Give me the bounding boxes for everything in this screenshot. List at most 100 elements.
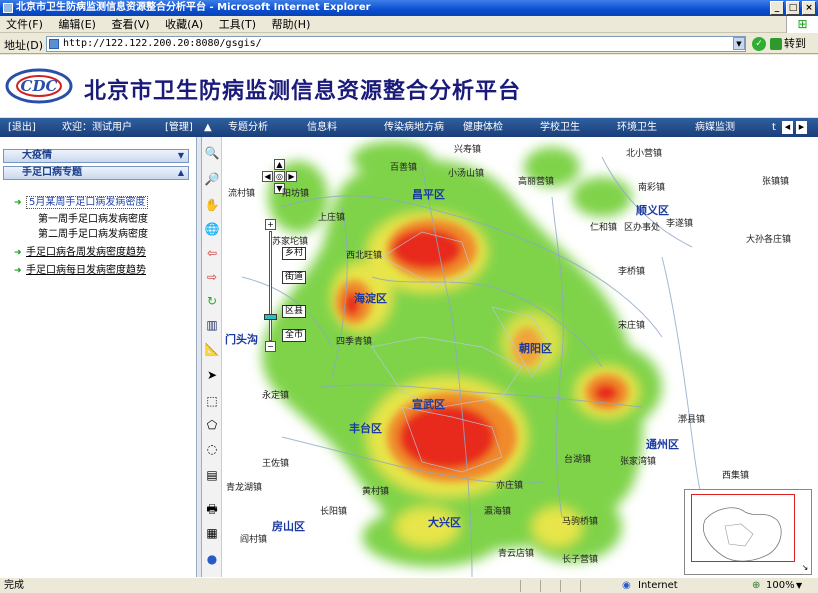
select-icon[interactable]: ➤ [204,367,220,383]
nav-scroll-left-icon[interactable]: ◀ [782,121,793,134]
map-toolbar: 🔍 🔎 ✋ 🌐 ⇦ ⇨ ↻ ▥ 📐 ➤ ⬚ ⬠ ◌ ▤ 🖶 ▦ ● [202,137,222,577]
tree-item-hfmd-week1[interactable]: 第一周手足口病发病密度 [38,213,148,226]
menu-edit[interactable]: 编辑(E) [52,16,102,33]
district-label: 通州区 [646,438,679,451]
tree-item-hfmd-weekly-trend[interactable]: ➜ 手足口病各周发病密度趋势 [14,246,146,259]
nav-admin-arrow-icon[interactable]: ▲ [204,121,212,134]
minimize-button[interactable]: _ [770,1,784,15]
nav-logout[interactable]: [退出] [8,121,36,134]
menu-tools[interactable]: 工具(T) [213,16,262,33]
nav-info[interactable]: 信息料 [307,121,337,134]
zoom-dropdown-icon[interactable]: ▼ [796,578,802,593]
place-label: 张家湾镇 [620,457,657,467]
nav-more[interactable]: t [772,121,776,134]
place-label: 百善镇 [390,163,418,173]
print-icon[interactable]: 🖶 [204,501,220,517]
status-divider [540,580,541,592]
back-icon[interactable]: ⇦ [204,245,220,261]
refresh-icon[interactable]: ↻ [204,293,220,309]
internet-zone-label: Internet [638,580,678,591]
place-label: 兴寿镇 [454,145,482,155]
overview-map[interactable]: ↘ [684,489,812,575]
overview-toggle-icon[interactable]: ↘ [800,563,810,573]
map-canvas[interactable]: ▲ ◀ ◎ ▶ ▼ + − 乡村 街道 区县 全市 昌平区 顺义区 海淀区 朝阳… [222,137,818,577]
zoom-minus-button[interactable]: − [265,341,276,352]
place-label: 小汤山镇 [448,169,485,179]
tree-item-hfmd-daily-trend[interactable]: ➜ 手足口病每日发病密度趋势 [14,264,146,277]
pan-right-icon[interactable]: ▶ [286,171,297,182]
nav-scroll-right-icon[interactable]: ▶ [796,121,807,134]
place-label: 亦庄镇 [496,481,524,491]
collapse-icon[interactable]: ▼ [178,150,184,162]
nav-bar: [退出] 欢迎：测试用户 [管理] ▲ 专题分析 信息料 传染病地方病 健康体检… [0,118,818,137]
go-button[interactable]: 转到 [770,36,816,52]
district-label: 房山区 [272,520,305,533]
place-label: 区办事处 [624,223,661,233]
logo-text: CDC [21,77,58,95]
nav-health-exam[interactable]: 健康体检 [463,121,503,134]
zoom-level-city[interactable]: 全市 [282,329,307,342]
pan-center-icon[interactable]: ◎ [274,171,285,182]
menu-help[interactable]: 帮助(H) [266,16,317,33]
address-dropdown-icon[interactable]: ▼ [733,37,745,50]
tree-item-hfmd-week-may[interactable]: ➜ 5月某周手足口病发病密度 [14,196,149,209]
zoom-icon: ⊕ [752,580,761,591]
place-label: 李桥镇 [618,267,646,277]
district-label: 海淀区 [354,292,387,305]
select-circle-icon[interactable]: ◌ [204,441,220,457]
district-label: 宣武区 [412,398,445,411]
zoom-level[interactable]: 100% [766,578,795,593]
district-label: 朝阳区 [519,342,552,355]
select-polygon-icon[interactable]: ⬠ [204,417,220,433]
address-label: 地址(D) [4,39,44,52]
place-label: 青云店镇 [498,549,535,559]
zoom-in-icon[interactable]: 🔍 [204,145,220,161]
menu-file[interactable]: 文件(F) [0,16,49,33]
measure-icon[interactable]: ▥ [204,317,220,333]
zoom-level-district[interactable]: 区县 [282,305,307,318]
address-input[interactable]: http://122.122.200.20:8080/gsgis/ [46,36,746,52]
place-label: 仁和镇 [590,223,618,233]
place-label: 李遂镇 [666,219,694,229]
district-label: 大兴区 [428,516,461,529]
help-icon[interactable]: ● [204,551,220,567]
forward-icon[interactable]: ⇨ [204,269,220,285]
nav-vector-monitoring[interactable]: 病媒监测 [695,121,735,134]
nav-school-health[interactable]: 学校卫生 [540,121,580,134]
zoom-level-street[interactable]: 街道 [282,271,307,284]
status-divider [560,580,561,592]
nav-thematic-analysis[interactable]: 专题分析 [228,121,268,134]
address-bar: 地址(D) http://122.122.200.20:8080/gsgis/ … [0,34,818,54]
panel-header-major-epidemic[interactable]: 大疫情 ▼ [3,149,189,163]
close-button[interactable]: × [802,1,816,15]
arrow-bullet-icon: ➜ [14,248,22,258]
nav-admin[interactable]: [管理] [165,121,193,134]
security-icon: ✓ [752,37,766,51]
place-label: 阳坊镇 [282,189,310,199]
pan-icon[interactable]: ✋ [204,197,220,213]
tree-item-hfmd-week2[interactable]: 第二周手足口病发病密度 [38,228,148,241]
ruler-icon[interactable]: 📐 [204,341,220,357]
zoom-level-village[interactable]: 乡村 [282,247,307,260]
menu-bar: 文件(F) 编辑(E) 查看(V) 收藏(A) 工具(T) 帮助(H) [0,16,818,33]
panel-header-hfmd[interactable]: 手足口病专题 ▲ [3,166,189,180]
layer-icon[interactable]: ▤ [204,467,220,483]
pan-left-icon[interactable]: ◀ [262,171,273,182]
zoom-slider-thumb[interactable] [264,314,277,320]
expand-icon[interactable]: ▲ [178,167,184,179]
menu-view[interactable]: 查看(V) [105,16,155,33]
district-label: 门头沟 [225,333,258,346]
zoom-out-icon[interactable]: 🔎 [204,171,220,187]
select-rect-icon[interactable]: ⬚ [204,393,220,409]
export-icon[interactable]: ▦ [204,525,220,541]
nav-infectious-disease[interactable]: 传染病地方病 [384,121,444,134]
place-label: 北小营镇 [626,149,663,159]
pan-up-icon[interactable]: ▲ [274,159,285,170]
place-label: 南彩镇 [638,183,666,193]
overview-viewport[interactable] [691,494,795,562]
globe-icon[interactable]: 🌐 [204,221,220,237]
nav-environment-health[interactable]: 环境卫生 [617,121,657,134]
maximize-button[interactable]: □ [786,1,800,15]
zoom-plus-button[interactable]: + [265,219,276,230]
menu-favorites[interactable]: 收藏(A) [159,16,209,33]
